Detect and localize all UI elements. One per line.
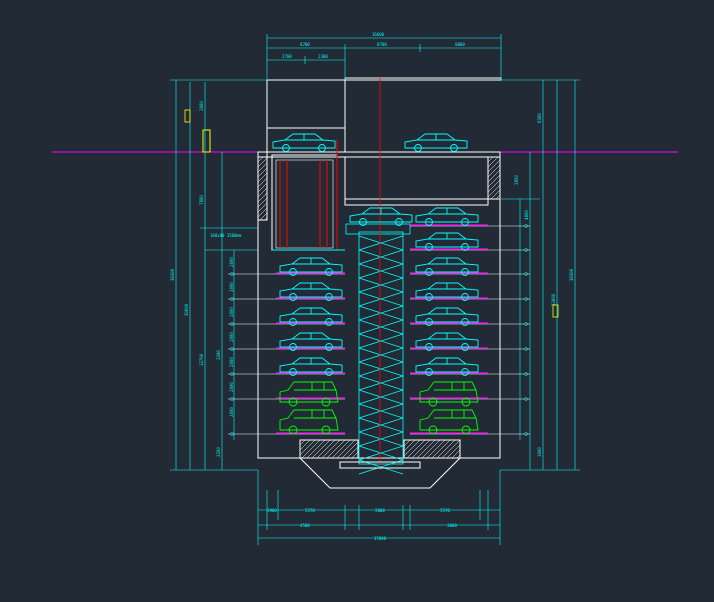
dim-top-left: 8700 <box>300 42 310 47</box>
sedan-car <box>272 133 336 152</box>
dim-left-bottom: 2200 <box>216 447 221 457</box>
dim-left-lower: 12700 <box>199 353 204 366</box>
sedan-car <box>415 232 479 251</box>
top-enclosure <box>202 77 502 153</box>
level-pitch-label: 2000 <box>229 382 234 392</box>
level-pitch-label: 2000 <box>229 307 234 317</box>
level-pitch-label: 2000 <box>229 332 234 342</box>
dim-left-upper: 7800 <box>199 195 204 205</box>
sedan-car <box>404 133 468 152</box>
dim-top-sub-b: 2300 <box>318 54 328 59</box>
suv-car <box>419 381 479 407</box>
dim-bottom-b: 5570 <box>305 508 315 513</box>
level-pitch-label: 2000 <box>229 282 234 292</box>
suv-car <box>279 381 339 407</box>
sedan-car <box>415 207 479 226</box>
dim-left-inner: 30600 <box>184 303 189 316</box>
dim-bottom-d: 5570 <box>440 508 450 513</box>
suv-car <box>279 409 339 435</box>
dim-right-top: 6300 <box>537 113 542 123</box>
dim-bottom-f: 3000 <box>447 523 457 528</box>
dim-left-gap: 3200 <box>216 350 221 360</box>
dim-bottom-a: 3900 <box>267 508 277 513</box>
dim-left-total: 38300 <box>170 268 175 281</box>
dim-right-mid: 4800 <box>524 210 529 220</box>
cad-elevation-drawing: 16600 8700 8700 8000 2700 2300 38300 306… <box>0 0 714 598</box>
note-label: 100x80 1500mm <box>210 233 242 238</box>
dim-bottom-total: 17000 <box>374 536 387 541</box>
dim-bottom-c: 2800 <box>375 508 385 513</box>
parked-cars <box>272 133 479 435</box>
level-pitch-label: 2000 <box>229 257 234 267</box>
dim-top-sub-a: 2700 <box>282 54 292 59</box>
suv-car <box>419 409 479 435</box>
dim-right-bottom: 3000 <box>537 447 542 457</box>
sedan-car <box>349 207 413 226</box>
dim-top-right: 8000 <box>455 42 465 47</box>
lift-tower <box>345 223 411 475</box>
dim-right-inner: 32800 <box>551 293 556 306</box>
dim-bottom-e: 4500 <box>300 523 310 528</box>
dim-left-top: 2800 <box>199 101 204 111</box>
level-pitch-label: 2000 <box>229 357 234 367</box>
parking-tower-section: 16600 8700 8700 8000 2700 2300 38300 306… <box>52 32 678 545</box>
dim-right-upper: 2850 <box>514 175 519 185</box>
level-pitch-labels: 2000 2000 2000 2000 2000 2000 2000 <box>229 257 234 417</box>
yellow-tag-left <box>184 109 191 123</box>
dim-top-total: 16600 <box>372 32 385 37</box>
dim-top-mid: 8700 <box>377 42 387 47</box>
level-pitch-label: 2000 <box>229 407 234 417</box>
dim-right-total: 38300 <box>569 268 574 281</box>
